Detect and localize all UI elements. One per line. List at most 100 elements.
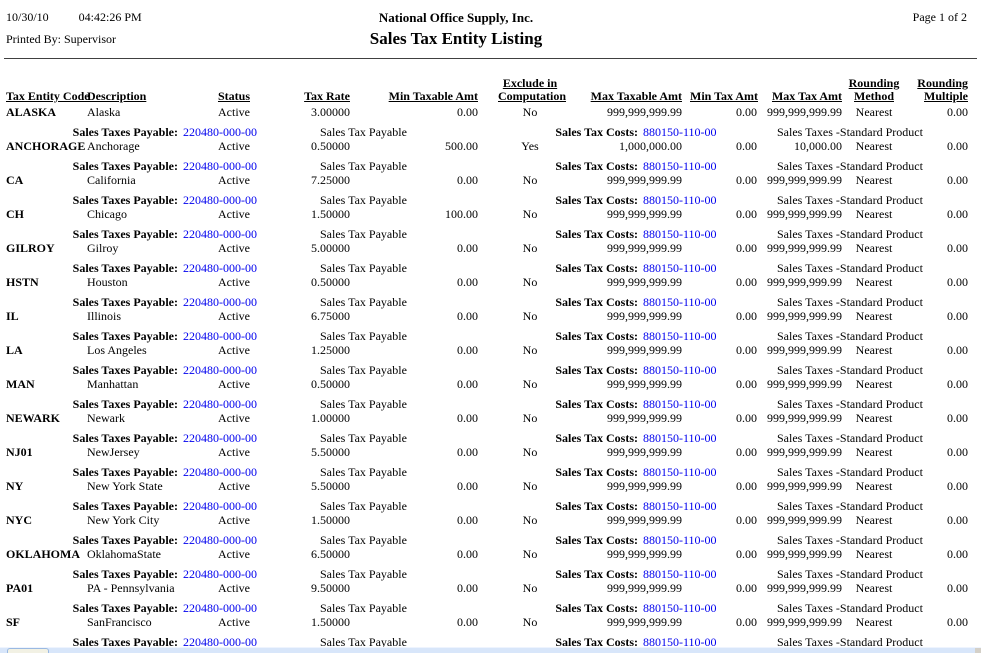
entity-exclude-in-computation: No [498, 582, 562, 595]
entity-min-tax-amt: 0.00 [690, 242, 757, 255]
column-rounding-multiple: RoundingMultiple [906, 77, 968, 103]
entity-max-taxable-amt: 999,999,999.99 [578, 480, 682, 493]
costs-account-link[interactable]: 880150-110-00 [643, 500, 717, 513]
entity-rounding-method: Nearest [844, 480, 904, 493]
entity-exclude-in-computation: No [498, 412, 562, 425]
entity-row-group: NYC New York City Active 1.50000 0.00 No… [0, 514, 981, 548]
entity-max-tax-amt: 999,999,999.99 [762, 446, 842, 459]
entity-max-tax-amt: 999,999,999.99 [762, 412, 842, 425]
column-rounding-method: RoundingMethod [844, 77, 904, 103]
entity-row-group: HSTN Houston Active 0.50000 0.00 No 999,… [0, 276, 981, 310]
entity-row: NYC New York City Active 1.50000 0.00 No… [0, 514, 981, 528]
sales-taxes-payable-label: Sales Taxes Payable: [40, 432, 178, 445]
entity-exclude-in-computation: No [498, 378, 562, 391]
report-title: Sales Tax Entity Listing [0, 29, 912, 49]
entity-code: NY [6, 480, 86, 493]
sales-taxes-payable-label: Sales Taxes Payable: [40, 500, 178, 513]
entity-rounding-method: Nearest [844, 582, 904, 595]
entity-status: Active [180, 514, 250, 527]
payable-account-link[interactable]: 220480-000-00 [183, 466, 257, 479]
payable-account-link[interactable]: 220480-000-00 [183, 398, 257, 411]
costs-account-link[interactable]: 880150-110-00 [643, 432, 717, 445]
entity-tax-rate: 1.50000 [258, 514, 350, 527]
entity-min-tax-amt: 0.00 [690, 106, 757, 119]
entity-row: NY New York State Active 5.50000 0.00 No… [0, 480, 981, 494]
payable-account-link[interactable]: 220480-000-00 [183, 364, 257, 377]
entity-row-group: NY New York State Active 5.50000 0.00 No… [0, 480, 981, 514]
entity-row: SF SanFrancisco Active 1.50000 0.00 No 9… [0, 616, 981, 630]
entity-tax-rate: 1.25000 [258, 344, 350, 357]
entity-code: ALASKA [6, 106, 86, 119]
entity-row: GILROY Gilroy Active 5.00000 0.00 No 999… [0, 242, 981, 256]
entity-status: Active [180, 412, 250, 425]
payable-account-link[interactable]: 220480-000-00 [183, 228, 257, 241]
entity-status: Active [180, 344, 250, 357]
costs-account-link[interactable]: 880150-110-00 [643, 466, 717, 479]
sales-tax-costs-label: Sales Tax Costs: [520, 364, 638, 377]
entity-min-taxable-amt: 0.00 [383, 344, 478, 357]
costs-account-link[interactable]: 880150-110-00 [643, 568, 717, 581]
sales-taxes-payable-label: Sales Taxes Payable: [40, 466, 178, 479]
costs-account-link[interactable]: 880150-110-00 [643, 228, 717, 241]
entity-accounts-row: Sales Taxes Payable: 220480-000-00 Sales… [0, 296, 981, 310]
sales-tax-costs-label: Sales Tax Costs: [520, 466, 638, 479]
payable-account-link[interactable]: 220480-000-00 [183, 296, 257, 309]
entity-max-tax-amt: 10,000.00 [762, 140, 842, 153]
entity-code: ANCHORAGE [6, 140, 86, 153]
payable-account-link[interactable]: 220480-000-00 [183, 330, 257, 343]
payable-account-link[interactable]: 220480-000-00 [183, 602, 257, 615]
scrollbar-thumb[interactable] [7, 648, 49, 653]
costs-account-link[interactable]: 880150-110-00 [643, 364, 717, 377]
costs-account-description: Sales Taxes -Standard Product [777, 500, 923, 513]
entity-max-tax-amt: 999,999,999.99 [762, 378, 842, 391]
payable-account-link[interactable]: 220480-000-00 [183, 534, 257, 547]
costs-account-link[interactable]: 880150-110-00 [643, 160, 717, 173]
costs-account-link[interactable]: 880150-110-00 [643, 126, 717, 139]
costs-account-link[interactable]: 880150-110-00 [643, 194, 717, 207]
sales-taxes-payable-label: Sales Taxes Payable: [40, 228, 178, 241]
entity-min-tax-amt: 0.00 [690, 616, 757, 629]
entity-rounding-multiple: 0.00 [906, 140, 968, 153]
entity-tax-rate: 1.50000 [258, 208, 350, 221]
entity-row-group: ANCHORAGE Anchorage Active 0.50000 500.0… [0, 140, 981, 174]
entity-code: CA [6, 174, 86, 187]
header-rule [4, 58, 977, 59]
entity-rounding-method: Nearest [844, 310, 904, 323]
entity-tax-rate: 6.50000 [258, 548, 350, 561]
entity-exclude-in-computation: Yes [498, 140, 562, 153]
entity-rounding-method: Nearest [844, 446, 904, 459]
payable-account-link[interactable]: 220480-000-00 [183, 432, 257, 445]
costs-account-link[interactable]: 880150-110-00 [643, 262, 717, 275]
costs-account-link[interactable]: 880150-110-00 [643, 330, 717, 343]
payable-account-description: Sales Tax Payable [320, 296, 407, 309]
entity-rounding-method: Nearest [844, 242, 904, 255]
column-exclude-in-computation: Exclude inComputation [498, 77, 562, 103]
payable-account-link[interactable]: 220480-000-00 [183, 500, 257, 513]
sales-taxes-payable-label: Sales Taxes Payable: [40, 364, 178, 377]
entity-min-taxable-amt: 0.00 [383, 378, 478, 391]
entity-exclude-in-computation: No [498, 514, 562, 527]
payable-account-link[interactable]: 220480-000-00 [183, 126, 257, 139]
entity-code: CH [6, 208, 86, 221]
payable-account-link[interactable]: 220480-000-00 [183, 568, 257, 581]
costs-account-link[interactable]: 880150-110-00 [643, 296, 717, 309]
column-method-line1: Rounding [849, 76, 900, 90]
costs-account-link[interactable]: 880150-110-00 [643, 534, 717, 547]
payable-account-link[interactable]: 220480-000-00 [183, 160, 257, 173]
column-max-taxable-amt: Max Taxable Amt [578, 90, 682, 103]
payable-account-link[interactable]: 220480-000-00 [183, 262, 257, 275]
payable-account-description: Sales Tax Payable [320, 500, 407, 513]
costs-account-link[interactable]: 880150-110-00 [643, 398, 717, 411]
entity-exclude-in-computation: No [498, 446, 562, 459]
payable-account-description: Sales Tax Payable [320, 126, 407, 139]
column-exclude-line2: Computation [498, 89, 566, 103]
horizontal-scrollbar[interactable] [0, 647, 981, 653]
costs-account-link[interactable]: 880150-110-00 [643, 602, 717, 615]
entity-status: Active [180, 548, 250, 561]
sales-taxes-payable-label: Sales Taxes Payable: [40, 160, 178, 173]
entity-row: CA California Active 7.25000 0.00 No 999… [0, 174, 981, 188]
entity-exclude-in-computation: No [498, 310, 562, 323]
payable-account-description: Sales Tax Payable [320, 330, 407, 343]
payable-account-link[interactable]: 220480-000-00 [183, 194, 257, 207]
entity-row-group: OKLAHOMA OklahomaState Active 6.50000 0.… [0, 548, 981, 582]
